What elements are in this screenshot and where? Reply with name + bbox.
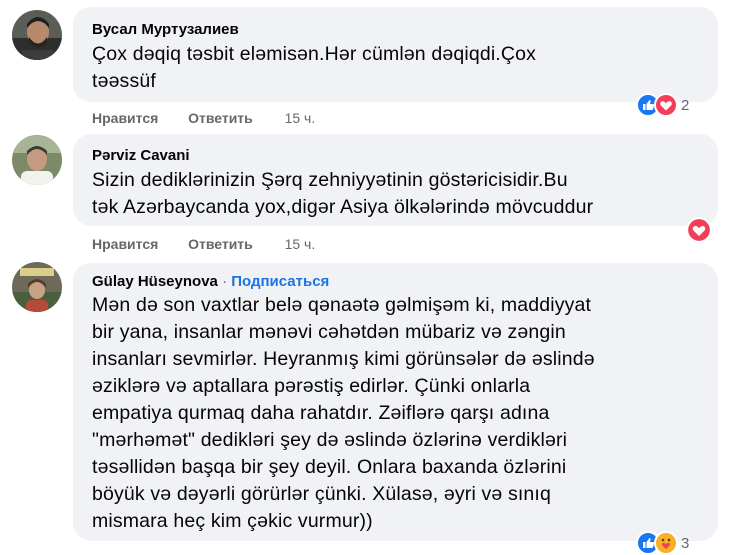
like-link[interactable]: Нравится <box>92 110 158 126</box>
comment-text: Çox dəqiq təsbit eləmisən.Hər cümlən dəq… <box>92 41 536 95</box>
care-icon <box>654 531 678 555</box>
love-icon <box>654 93 678 117</box>
reply-link[interactable]: Ответить <box>188 110 253 126</box>
reactions-summary[interactable] <box>686 217 712 243</box>
comment-line: empatiya qurmaq daha rahatdır. Zəiflərə … <box>92 402 550 424</box>
comment-author[interactable]: Pərviz Cavani <box>92 147 190 164</box>
reactions-summary[interactable]: 3 <box>636 531 689 555</box>
comment-timestamp[interactable]: 15 ч. <box>285 236 316 252</box>
comment-line: mismara heç kim çəkic vurmur)) <box>92 510 373 532</box>
comment-line: insanları sevmirlər. Heyranmış kimi görü… <box>92 348 595 370</box>
comment-line: təsəllidən başqa bir şey deyil. Onlara b… <box>92 456 567 478</box>
like-link[interactable]: Нравится <box>92 236 158 252</box>
avatar-photo <box>12 10 62 60</box>
avatar-photo <box>12 135 62 185</box>
separator-dot: · <box>222 273 228 290</box>
reactions-summary[interactable]: 2 <box>636 93 689 117</box>
comment-author[interactable]: Вусал Муртузалиев <box>92 21 239 38</box>
comment-line: "mərhəmət" dedikləri şey də əslində özlə… <box>92 429 568 451</box>
comment-header: Gülay Hüseynova · Подписаться <box>92 273 329 290</box>
comment-line: Mən də son vaxtlar belə qənaətə gəlmişəm… <box>92 294 592 316</box>
comment-actions: Нравится Ответить 15 ч. <box>92 236 315 252</box>
avatar[interactable] <box>12 262 62 312</box>
love-icon <box>686 217 712 243</box>
avatar-photo <box>12 262 62 312</box>
comment-line: əziklərə və aptallara pərəstiş edirlər. … <box>92 375 531 397</box>
comment-text: Sizin dediklərinizin Şərq zehniyyətinin … <box>92 167 593 221</box>
comment-timestamp[interactable]: 15 ч. <box>285 110 316 126</box>
comment-line: Çox dəqiq təsbit eləmisən.Hər cümlən dəq… <box>92 43 537 65</box>
reply-link[interactable]: Ответить <box>188 236 253 252</box>
comment-text: Mən də son vaxtlar belə qənaətə gəlmişəm… <box>92 292 595 535</box>
comment-author[interactable]: Gülay Hüseynova <box>92 273 218 290</box>
comment-line: təəssüf <box>92 70 156 92</box>
reaction-count: 3 <box>681 534 690 552</box>
avatar[interactable] <box>12 10 62 60</box>
reaction-count: 2 <box>681 96 690 114</box>
avatar[interactable] <box>12 135 62 185</box>
comment-line: Sizin dediklərinizin Şərq zehniyyətinin … <box>92 169 568 191</box>
comment-line: bir yana, insanlar mənəvi cəhətdən mübar… <box>92 321 566 343</box>
comment-line: böyük və dəyərli görürlər çünki. Xülasə,… <box>92 483 551 505</box>
follow-link[interactable]: Подписаться <box>231 273 329 290</box>
comment-actions: Нравится Ответить 15 ч. <box>92 110 315 126</box>
comment-line: tək Azərbaycanda yox,digər Asiya ölkələr… <box>92 196 594 218</box>
